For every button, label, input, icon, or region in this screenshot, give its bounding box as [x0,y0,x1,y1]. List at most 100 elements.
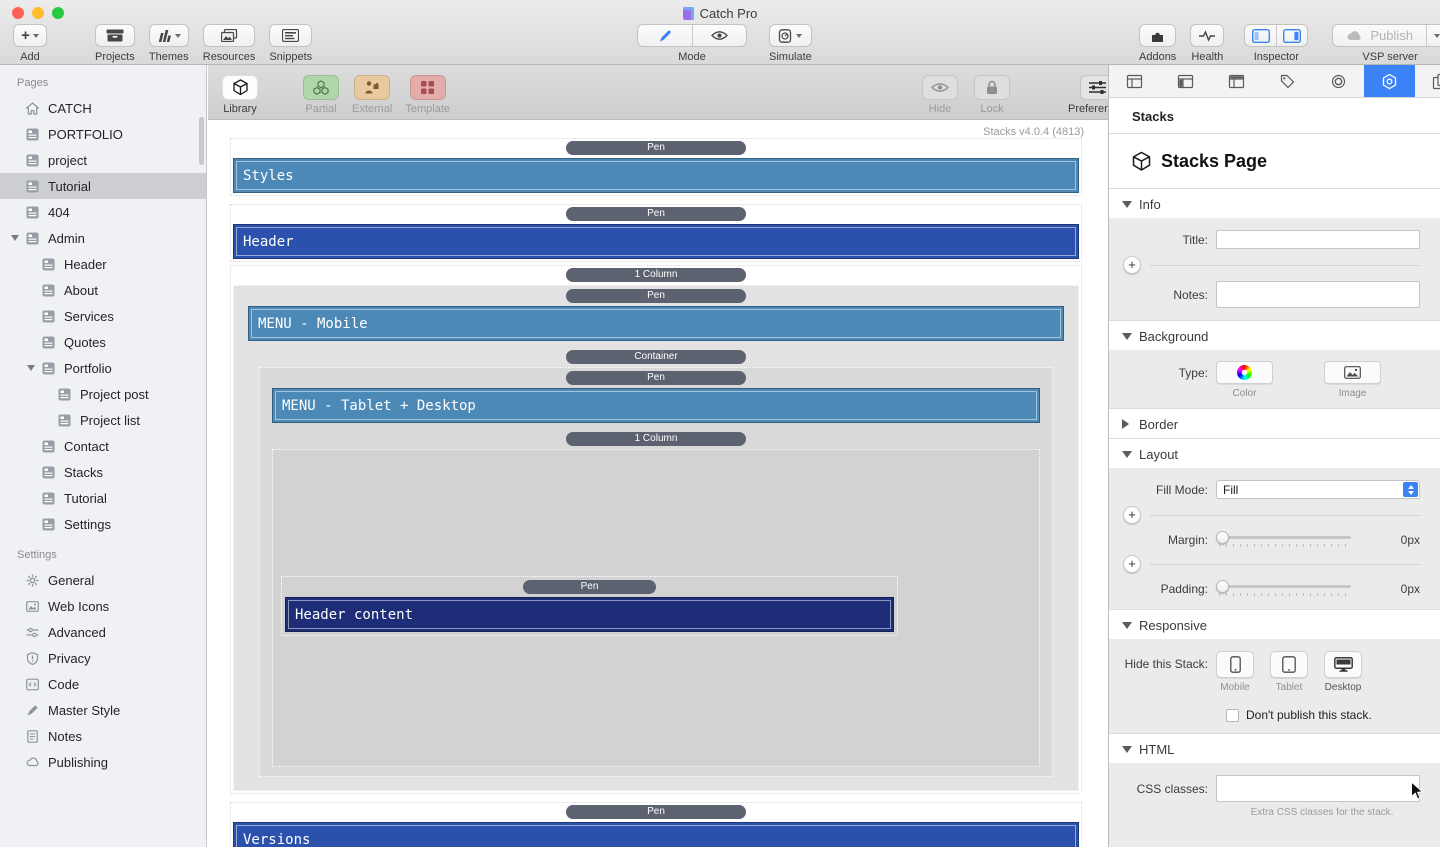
disclosure-triangle-icon[interactable] [27,365,35,371]
stack-bar-header-content[interactable]: Header content [285,597,894,632]
sidebar-item-catch[interactable]: CATCH [0,95,206,121]
sidebar-item-admin[interactable]: Admin [0,225,206,251]
sidebar-item-stacks[interactable]: Stacks [0,459,206,485]
addons-button[interactable] [1139,24,1176,47]
tab-banner-layout[interactable] [1211,65,1262,97]
external-button[interactable] [354,75,390,100]
left-inspector-toggle-button[interactable] [1245,25,1276,46]
section-header-border[interactable]: Border [1109,408,1440,438]
template-button[interactable] [410,75,446,100]
sidebar-item-code[interactable]: Code [0,671,206,697]
sidebar-item-master-style[interactable]: Master Style [0,697,206,723]
add-button[interactable]: + [13,24,47,47]
tab-page-layout[interactable] [1109,65,1160,97]
stack-pill-pen[interactable]: Pen [566,371,746,385]
sidebar-item-general[interactable]: General [0,567,206,593]
background-image-button[interactable] [1324,361,1381,384]
sidebar-item-project[interactable]: project [0,147,206,173]
padding-slider[interactable] [1216,580,1351,597]
sidebar-item-header[interactable]: Header [0,251,206,277]
snippets-button[interactable] [269,24,312,47]
sidebar-item-project-list[interactable]: Project list [0,407,206,433]
sidebar-item-notes[interactable]: Notes [0,723,206,749]
stack-styles[interactable]: Pen Styles [230,138,1082,196]
stack-pill-one-column[interactable]: 1 Column [566,432,746,446]
add-padding-button[interactable]: + [1123,555,1141,573]
partial-button[interactable] [303,75,339,100]
library-button[interactable] [222,75,258,100]
stack-bar-menu-tablet-desktop[interactable]: MENU - Tablet + Desktop [272,388,1040,423]
sidebar-item-tutorial[interactable]: Tutorial [0,485,206,511]
stack-pill-pen[interactable]: Pen [566,289,746,303]
sidebar-item-privacy[interactable]: Privacy [0,645,206,671]
resources-button[interactable] [203,24,256,47]
sidebar-item-project-post[interactable]: Project post [0,381,206,407]
add-margin-button[interactable]: + [1123,506,1141,524]
right-inspector-toggle-button[interactable] [1276,25,1307,46]
sidebar-item-services[interactable]: Services [0,303,206,329]
tab-metadata[interactable] [1262,65,1313,97]
themes-button[interactable] [149,24,189,47]
simulate-button[interactable] [769,24,812,47]
inner-column-content-area[interactable]: Pen Header content [272,449,1040,767]
projects-button[interactable] [95,24,135,47]
stack-versions[interactable]: Pen Versions [230,802,1082,847]
stack-bar-versions[interactable]: Versions [233,822,1079,847]
slider-thumb[interactable] [1216,580,1229,593]
health-button[interactable] [1190,24,1224,47]
sidebar-scrollbar[interactable] [199,117,204,165]
section-header-layout[interactable]: Layout [1109,438,1440,468]
sidebar-item-about[interactable]: About [0,277,206,303]
slider-thumb[interactable] [1216,531,1229,544]
container-content-area[interactable]: Pen MENU - Tablet + Desktop 1 Column Pen… [259,367,1053,777]
tab-theme[interactable] [1313,65,1364,97]
sidebar-item-settings[interactable]: Settings [0,511,206,537]
header-content-group[interactable]: Pen Header content [281,576,898,636]
hide-mobile-button[interactable] [1216,651,1254,678]
lock-button[interactable] [974,75,1010,100]
one-column-content-area[interactable]: Pen MENU - Mobile Container Pen MENU - T… [233,285,1079,791]
stack-bar-menu-mobile[interactable]: MENU - Mobile [248,306,1064,341]
title-input[interactable] [1216,230,1420,249]
background-color-button[interactable] [1216,361,1273,384]
sidebar-item-tutorial[interactable]: Tutorial [0,173,206,199]
publish-options-button[interactable] [1426,25,1440,46]
stack-bar-header[interactable]: Header [233,224,1079,259]
sidebar-item-404[interactable]: 404 [0,199,206,225]
tab-stacks-settings[interactable] [1364,65,1415,97]
tab-sidebar-layout[interactable] [1160,65,1211,97]
preview-mode-button[interactable] [692,25,746,46]
stack-pill-pen[interactable]: Pen [523,580,656,594]
stack-pill-pen[interactable]: Pen [566,207,746,221]
disclosure-triangle-icon[interactable] [11,235,19,241]
stack-bar-styles[interactable]: Styles [233,158,1079,193]
stack-pill-pen[interactable]: Pen [566,141,746,155]
stack-pill-container[interactable]: Container [566,350,746,364]
stack-one-column-group[interactable]: 1 Column Pen MENU - Mobile Container Pen… [230,265,1082,794]
sidebar-item-web-icons[interactable]: Web Icons [0,593,206,619]
fill-mode-select[interactable]: Fill [1216,480,1420,499]
margin-slider[interactable] [1216,531,1351,548]
add-info-button[interactable]: + [1123,256,1141,274]
tab-pages[interactable] [1415,65,1440,97]
section-header-info[interactable]: Info [1109,188,1440,218]
hide-desktop-button[interactable] [1324,651,1362,678]
sidebar-item-contact[interactable]: Contact [0,433,206,459]
stack-pill-pen[interactable]: Pen [566,805,746,819]
sidebar-item-publishing[interactable]: Publishing [0,749,206,775]
notes-input[interactable] [1216,281,1420,308]
sidebar-item-advanced[interactable]: Advanced [0,619,206,645]
dont-publish-checkbox[interactable] [1226,709,1239,722]
section-header-html[interactable]: HTML [1109,733,1440,763]
sidebar-item-portfolio[interactable]: PORTFOLIO [0,121,206,147]
publish-button[interactable]: Publish [1332,24,1440,47]
section-header-background[interactable]: Background [1109,320,1440,350]
hide-tablet-button[interactable] [1270,651,1308,678]
edit-mode-button[interactable] [638,25,692,46]
sidebar-item-quotes[interactable]: Quotes [0,329,206,355]
section-header-responsive[interactable]: Responsive [1109,609,1440,639]
hide-button[interactable] [922,75,958,100]
sidebar-item-portfolio[interactable]: Portfolio [0,355,206,381]
stack-header[interactable]: Pen Header [230,204,1082,262]
stack-pill-one-column[interactable]: 1 Column [566,268,746,282]
